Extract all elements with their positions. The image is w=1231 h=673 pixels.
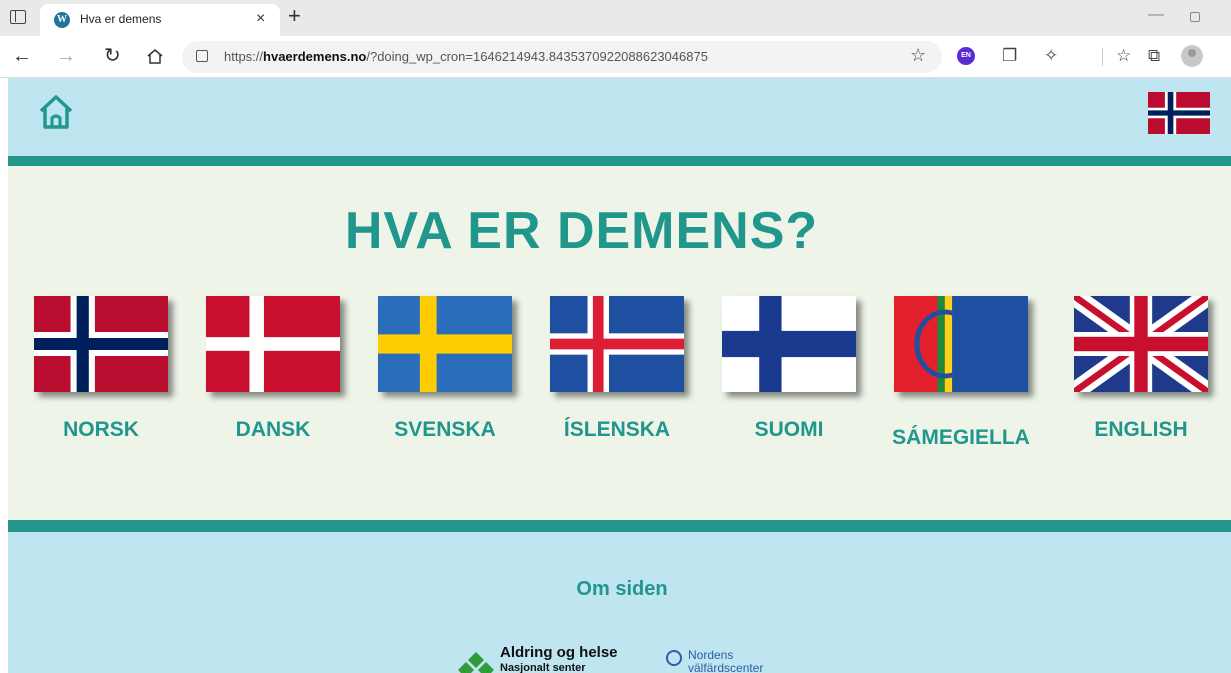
browser-toolbar: ← → ↻ https://hvaerdemens.no/?doing_wp_c… (0, 36, 1231, 78)
language-label[interactable]: SÁMEGIELLA (874, 426, 1048, 450)
language-islenska[interactable]: ÍSLENSKA (550, 296, 684, 441)
nordens-logo-line1: Nordens (688, 648, 734, 662)
extension-icon[interactable]: EN (957, 47, 975, 65)
language-selection: HVA ER DEMENS? NORSK DANSK SVENSKA ÍSLEN… (8, 166, 1231, 520)
address-bar[interactable]: https://hvaerdemens.no/?doing_wp_cron=16… (182, 41, 942, 73)
new-tab-button[interactable]: + (288, 4, 301, 28)
wordpress-favicon-icon: W (54, 12, 70, 28)
language-samegiella[interactable]: SÁMEGIELLA (892, 296, 1030, 449)
language-label[interactable]: NORSK (14, 418, 188, 442)
favorites-star-icon[interactable]: ☆ (910, 45, 926, 66)
forward-icon[interactable]: → (56, 44, 76, 68)
iceland-flag-icon[interactable] (550, 296, 684, 392)
collections-icon[interactable]: ❐ (1002, 45, 1017, 67)
profile-icon[interactable] (1181, 45, 1203, 67)
page-title: HVA ER DEMENS? (344, 202, 819, 260)
nordens-swan-icon (666, 650, 682, 666)
uk-flag-icon[interactable] (1074, 296, 1208, 392)
language-label[interactable]: DANSK (186, 418, 360, 442)
divider-bar-top (8, 156, 1231, 166)
refresh-icon[interactable]: ↻ (104, 44, 121, 68)
tab-close-button[interactable]: × (256, 10, 265, 28)
browser-tab[interactable]: W Hva er demens × (40, 4, 280, 36)
aldring-logo-line1: Aldring og helse (500, 644, 618, 661)
toolbar-divider (1102, 48, 1103, 66)
aldring-logo-line2: Nasjonalt senter (500, 662, 586, 673)
language-label[interactable]: ENGLISH (1054, 418, 1228, 442)
tab-actions-icon[interactable] (10, 10, 26, 24)
extensions-puzzle-icon[interactable]: ✧ (1044, 45, 1058, 67)
language-suomi[interactable]: SUOMI (722, 296, 856, 441)
back-icon[interactable]: ← (12, 44, 32, 68)
browser-home-icon[interactable] (146, 47, 164, 65)
about-link[interactable]: Om siden (8, 578, 1231, 601)
denmark-flag-icon[interactable] (206, 296, 340, 392)
sweden-flag-icon[interactable] (378, 296, 512, 392)
browser-tab-bar: W Hva er demens × + — (0, 0, 1231, 36)
collections-2-icon[interactable]: ⧉ (1148, 45, 1160, 67)
minimize-icon[interactable]: — (1148, 6, 1164, 24)
language-label[interactable]: SUOMI (702, 418, 876, 442)
home-icon[interactable] (36, 92, 76, 132)
aldring-diamonds-icon (458, 652, 494, 673)
lock-icon[interactable] (196, 50, 208, 62)
url-text: https://hvaerdemens.no/?doing_wp_cron=16… (224, 49, 708, 64)
nordens-logo-line2: välfärdscenter (688, 661, 764, 673)
finland-flag-icon[interactable] (722, 296, 856, 392)
language-label[interactable]: SVENSKA (358, 418, 532, 442)
site-footer: Om siden Aldring og helse Nasjonalt sent… (8, 532, 1231, 673)
language-norsk[interactable]: NORSK (34, 296, 168, 441)
norway-flag-icon[interactable] (34, 296, 168, 392)
language-english[interactable]: ENGLISH (1074, 296, 1208, 441)
divider-bar-bottom (8, 520, 1231, 532)
language-dansk[interactable]: DANSK (206, 296, 340, 441)
language-label[interactable]: ÍSLENSKA (530, 418, 704, 442)
sami-flag-icon[interactable] (894, 296, 1028, 392)
tab-title: Hva er demens (80, 12, 162, 26)
language-svenska[interactable]: SVENSKA (378, 296, 512, 441)
site-header (8, 78, 1231, 156)
favorites-bar-icon[interactable]: ☆ (1116, 45, 1131, 67)
maximize-icon[interactable] (1190, 12, 1200, 22)
norway-flag-icon[interactable] (1148, 92, 1210, 134)
